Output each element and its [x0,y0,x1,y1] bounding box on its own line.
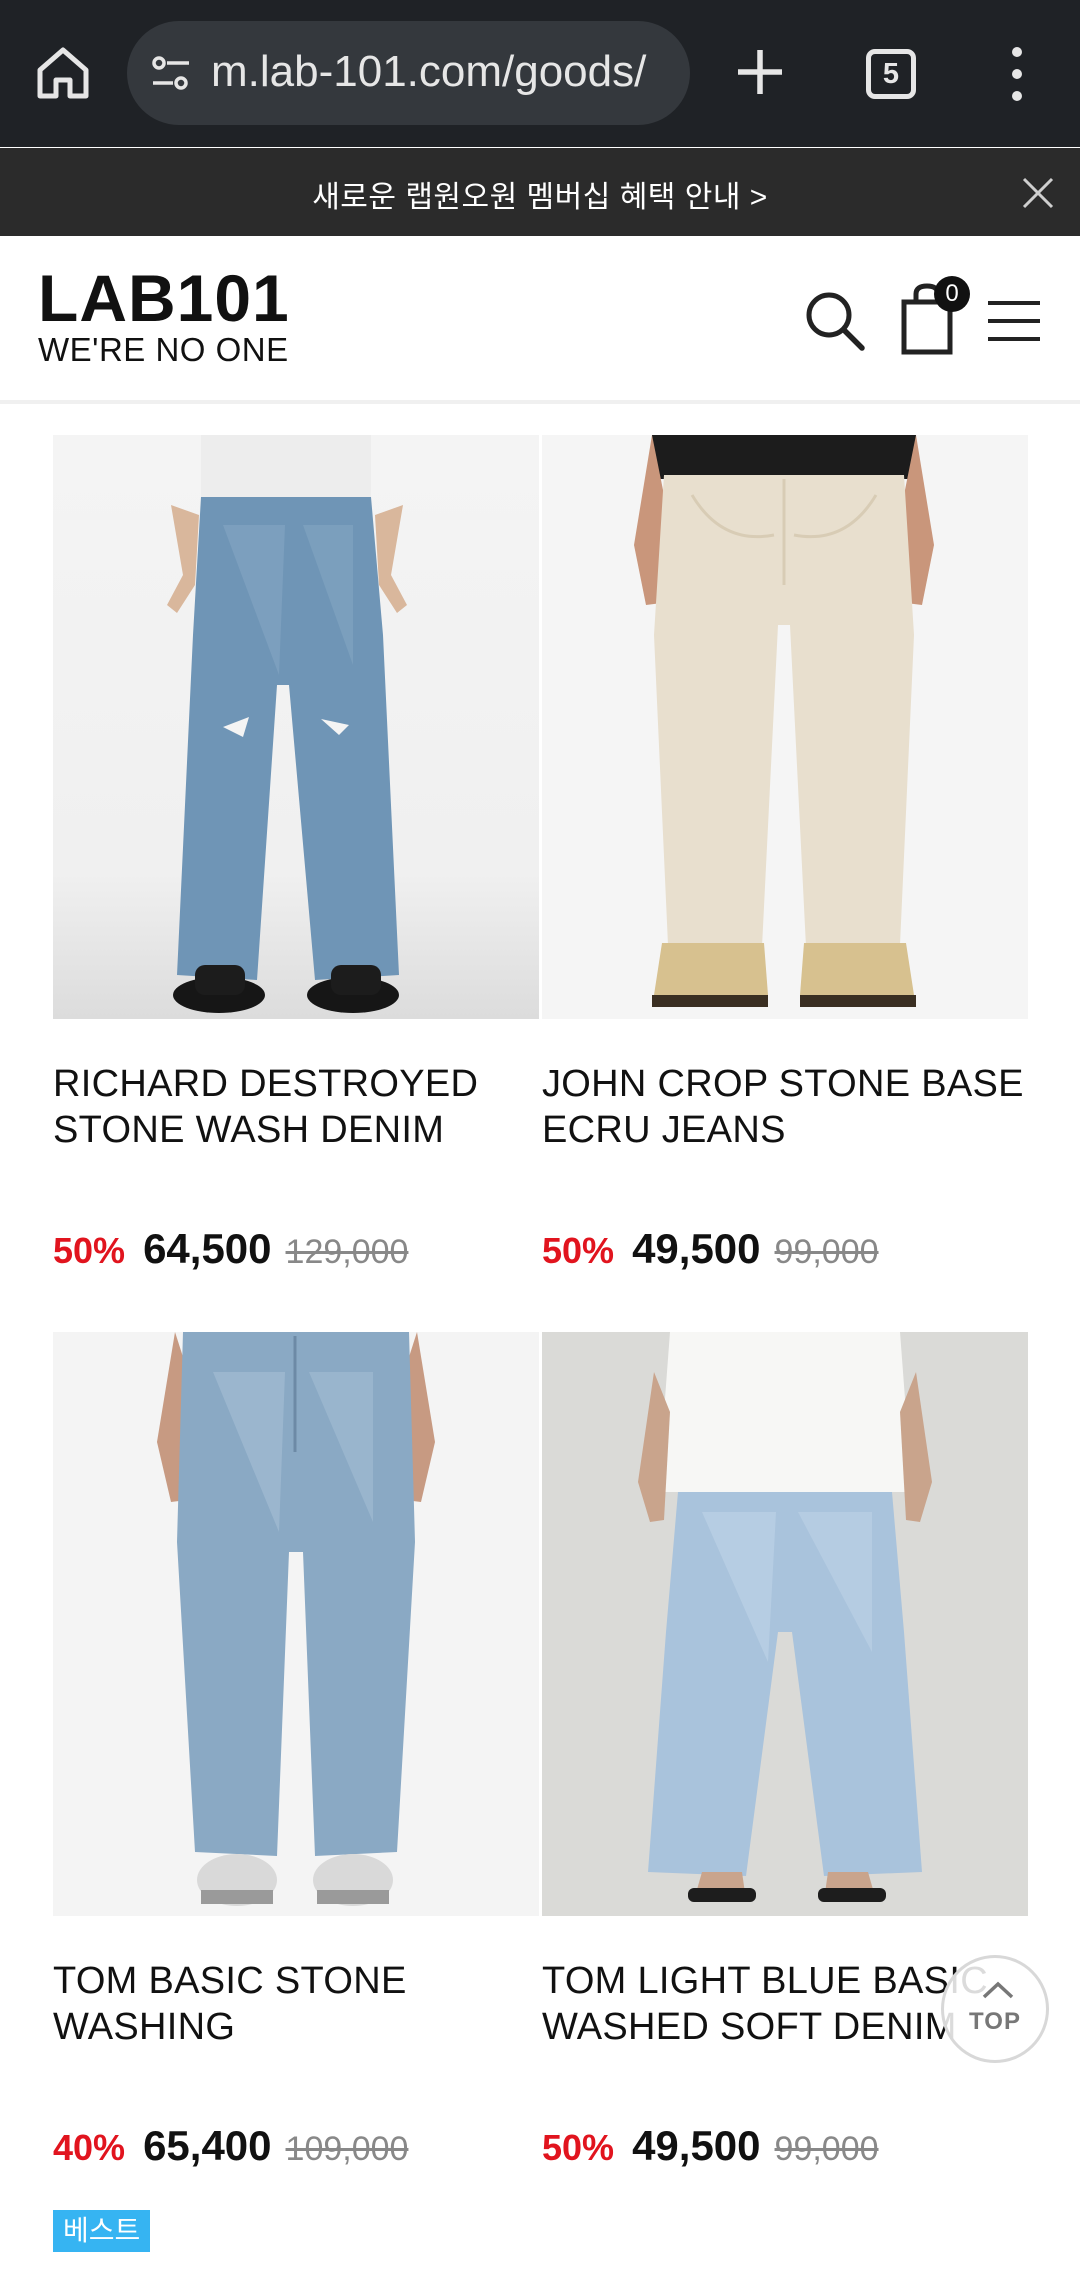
product-card[interactable]: TOM BASIC STONE WASHING 40% 65,400 109,0… [53,1332,539,2252]
logo-tagline: WE'RE NO ONE [38,331,289,368]
sale-price: 49,500 [632,2122,761,2169]
product-image[interactable] [542,435,1028,1019]
chevron-up-icon [982,1981,1014,1999]
original-price: 99,000 [774,1233,879,1271]
product-image[interactable] [53,1332,539,1916]
site-header: LAB101 WE'RE NO ONE 0 [0,236,1080,404]
tab-switcher-button[interactable]: 5 [866,49,916,99]
product-image[interactable] [53,435,539,1019]
product-card[interactable]: JOHN CROP STONE BASE ECRU JEANS 50% 49,5… [542,435,1028,1272]
hamburger-menu-icon[interactable] [986,298,1042,344]
original-price: 129,000 [285,1233,409,1271]
discount-rate: 50% [53,1230,126,1271]
address-bar[interactable]: m.lab-101.com/goods/ [127,21,690,125]
sale-price: 65,400 [143,2122,272,2169]
new-tab-icon[interactable] [730,42,790,102]
product-name[interactable]: RICHARD DESTROYED STONE WASH DENIM [53,1061,573,1153]
site-settings-icon[interactable] [149,51,193,95]
cart-count-badge: 0 [934,276,970,312]
original-price: 109,000 [285,2130,409,2168]
price-row: 50% 49,500 99,000 [542,1225,879,1273]
logo-main: LAB101 [38,261,290,335]
browser-toolbar: m.lab-101.com/goods/ 5 [0,0,1080,147]
product-name[interactable]: TOM BASIC STONE WASHING [53,1958,573,2050]
product-card[interactable]: RICHARD DESTROYED STONE WASH DENIM 50% 6… [53,435,539,1272]
discount-rate: 50% [542,2127,615,2168]
original-price: 99,000 [774,2130,879,2168]
close-icon[interactable] [1020,175,1056,211]
scroll-to-top-label: TOP [969,2008,1021,2035]
sale-price: 49,500 [632,1225,761,1272]
best-badge: 베스트 [53,2210,151,2252]
search-icon[interactable] [802,288,868,354]
scroll-to-top-button[interactable]: TOP [941,1955,1049,2063]
brand-logo[interactable]: LAB101 WE'RE NO ONE [38,261,308,370]
product-name[interactable]: JOHN CROP STONE BASE ECRU JEANS [542,1061,1062,1153]
more-options-icon[interactable] [1004,44,1030,104]
sale-price: 64,500 [143,1225,272,1272]
membership-banner-text[interactable]: 새로운 랩원오원 멤버십 혜택 안내 > [0,172,1080,216]
product-image[interactable] [542,1332,1028,1916]
price-row: 50% 64,500 129,000 [53,1225,408,1273]
membership-banner[interactable]: 새로운 랩원오원 멤버십 혜택 안내 > [0,148,1080,236]
price-row: 40% 65,400 109,000 [53,2122,408,2170]
price-row: 50% 49,500 99,000 [542,2122,879,2170]
home-icon[interactable] [30,40,96,106]
url-text[interactable]: m.lab-101.com/goods/ [211,47,646,97]
product-card[interactable]: TOM LIGHT BLUE BASIC WASHED SOFT DENIM 5… [542,1332,1028,2169]
discount-rate: 50% [542,1230,615,1271]
discount-rate: 40% [53,2127,126,2168]
